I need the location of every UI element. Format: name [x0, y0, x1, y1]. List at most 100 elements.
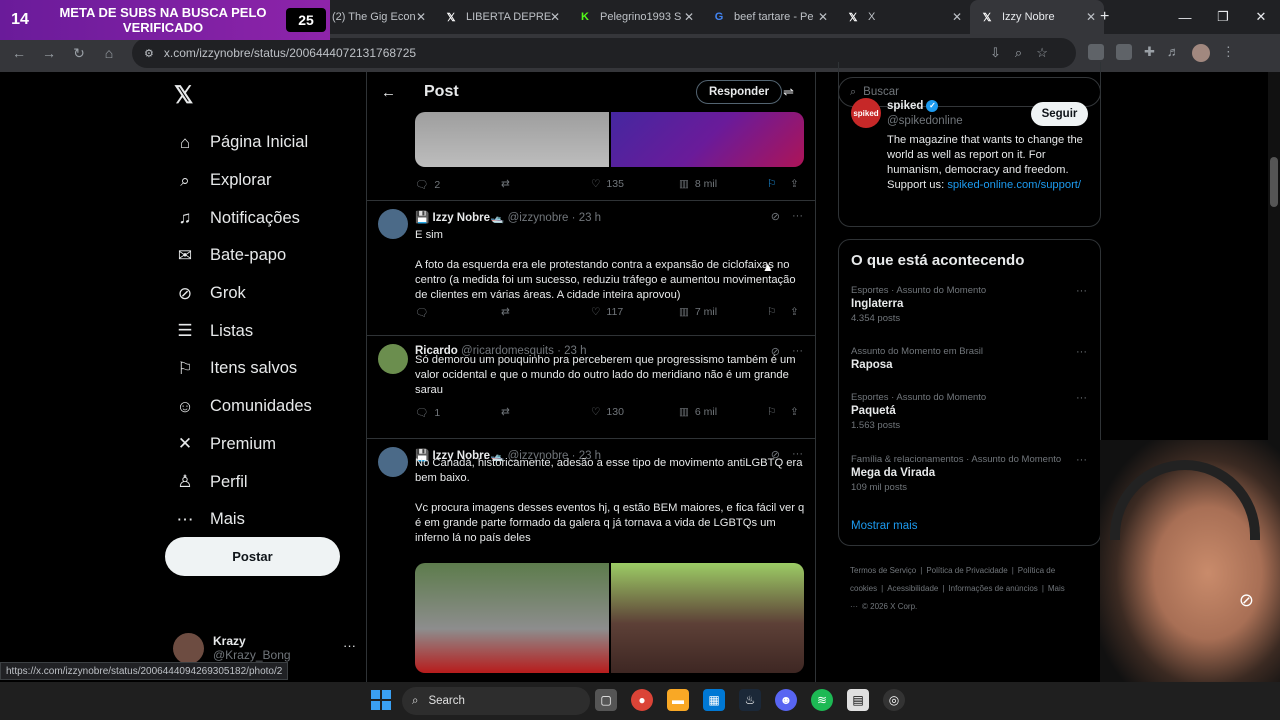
- trend-item[interactable]: Esportes · Assunto do Momento Inglaterra 4…: [851, 285, 1091, 324]
- app-icon[interactable]: ◎: [883, 689, 905, 711]
- minimize-button[interactable]: —: [1166, 0, 1204, 34]
- bookmark-icon[interactable]: ⚐: [767, 306, 776, 318]
- browser-tab[interactable]: K Pelegrino1993 S ✕: [568, 0, 702, 34]
- reload-icon[interactable]: ↻: [64, 45, 94, 62]
- like-icon[interactable]: ♡ 135: [591, 178, 624, 190]
- nav-item-bate-papo[interactable]: ✉ Bate-papo: [165, 237, 365, 275]
- like-icon[interactable]: ♡ 130: [591, 406, 624, 418]
- post-images[interactable]: [415, 563, 804, 673]
- back-arrow-icon[interactable]: ←: [381, 84, 396, 101]
- more-icon[interactable]: ···: [1076, 392, 1087, 404]
- steam-icon[interactable]: ♨: [739, 689, 761, 711]
- bookmark-icon[interactable]: ⚐: [767, 178, 776, 190]
- media-icon[interactable]: ♬: [1167, 44, 1180, 62]
- home-icon[interactable]: ⌂: [94, 45, 124, 61]
- nav-item-p-gina-inicial[interactable]: ⌂ Página Inicial: [165, 124, 365, 162]
- share-icon[interactable]: ⇪: [790, 406, 799, 418]
- nav-item-comunidades[interactable]: ☺ Comunidades: [165, 388, 365, 426]
- follow-button[interactable]: Seguir: [1031, 102, 1088, 126]
- close-tab-icon[interactable]: ✕: [684, 10, 694, 24]
- post-image[interactable]: [415, 112, 609, 167]
- browser-tab[interactable]: 𝕏 LIBERTA DEPRE ✕: [434, 0, 568, 34]
- close-window-button[interactable]: ✕: [1242, 0, 1280, 34]
- reply-button[interactable]: Responder: [696, 80, 783, 104]
- nav-item-explorar[interactable]: ⌕ Explorar: [165, 162, 365, 200]
- reply-icon[interactable]: 🗨 2: [415, 178, 440, 192]
- puzzle-icon[interactable]: ✚: [1144, 44, 1155, 62]
- footer-link[interactable]: Informações de anúncios: [948, 584, 1037, 593]
- close-tab-icon[interactable]: ✕: [416, 10, 426, 24]
- repost-icon[interactable]: ⇄: [501, 178, 510, 190]
- nav-item-listas[interactable]: ☰ Listas: [165, 312, 365, 350]
- footer-link[interactable]: Termos de Serviço: [850, 566, 916, 575]
- more-icon[interactable]: ···: [1076, 454, 1087, 466]
- tweet[interactable]: 💾 Izzy Nobre🛥️ @izzynobre · 23 h ⊘ ··· E si…: [367, 200, 815, 335]
- avatar[interactable]: [378, 209, 408, 239]
- author-handle[interactable]: @izzynobre: [508, 212, 569, 224]
- reply-icon[interactable]: 🗨: [415, 306, 434, 319]
- trend-item[interactable]: Família & relacionamentos · Assunto do M…: [851, 454, 1091, 493]
- post-image[interactable]: [415, 563, 609, 673]
- repost-icon[interactable]: ⇄: [501, 306, 510, 318]
- app-icon[interactable]: ▤: [847, 689, 869, 711]
- new-tab-button[interactable]: +: [1100, 8, 1109, 26]
- zoom-icon[interactable]: ⌕: [1015, 45, 1022, 61]
- post-images[interactable]: [415, 112, 804, 167]
- taskbar-search[interactable]: ⌕ Search: [402, 687, 590, 715]
- grok-icon[interactable]: ⊘: [771, 210, 780, 223]
- close-tab-icon[interactable]: ✕: [550, 10, 560, 24]
- star-icon[interactable]: ☆: [1036, 45, 1048, 61]
- trend-item[interactable]: Assunto do Momento em Brasil Raposa ···: [851, 346, 1091, 371]
- bookmark-icon[interactable]: ⚐: [767, 406, 776, 418]
- filter-icon[interactable]: ⇌: [783, 84, 794, 100]
- menu-icon[interactable]: ⋮: [1222, 44, 1235, 62]
- task-view-icon[interactable]: ▢: [595, 689, 617, 711]
- windows-start-icon[interactable]: [371, 690, 391, 710]
- reply-icon[interactable]: 🗨 1: [415, 406, 440, 420]
- footer-link[interactable]: © 2026 X Corp.: [862, 602, 917, 611]
- site-info-icon[interactable]: ⚙: [144, 47, 154, 60]
- tweet[interactable]: 💾 Izzy Nobre🛥️ @izzynobre · 23 h ⊘ ··· No C…: [367, 438, 815, 682]
- bio-link[interactable]: spiked-online.com/support/: [947, 179, 1081, 191]
- like-icon[interactable]: ♡ 117: [591, 306, 623, 318]
- maximize-button[interactable]: ❐: [1204, 0, 1242, 34]
- discord-icon[interactable]: ☻: [775, 689, 797, 711]
- x-logo-icon[interactable]: 𝕏: [174, 81, 365, 117]
- post-image[interactable]: [610, 112, 804, 167]
- nav-item-notifica-es[interactable]: ♫ Notificações: [165, 199, 365, 237]
- more-icon[interactable]: ···: [1076, 346, 1087, 358]
- forward-arrow-icon[interactable]: →: [34, 45, 64, 61]
- folder-icon[interactable]: ▬: [667, 689, 689, 711]
- browser-tab[interactable]: 𝕏 Izzy Nobre ✕: [970, 0, 1104, 34]
- nav-item-grok[interactable]: ⊘ Grok: [165, 275, 365, 313]
- views-icon[interactable]: ▥ 7 mil: [679, 306, 717, 318]
- store-icon[interactable]: ▦: [703, 689, 725, 711]
- nav-item-perfil[interactable]: ♙ Perfil: [165, 463, 365, 501]
- avatar[interactable]: spiked: [851, 98, 881, 128]
- extension-icon[interactable]: [1088, 44, 1104, 60]
- nav-item-premium[interactable]: ✕ Premium: [165, 426, 365, 464]
- nav-item-itens-salvos[interactable]: ⚐ Itens salvos: [165, 350, 365, 388]
- scrollbar-thumb[interactable]: [1270, 157, 1278, 207]
- nav-item-mais[interactable]: ⋯ Mais: [165, 501, 365, 539]
- close-tab-icon[interactable]: ✕: [1086, 10, 1096, 24]
- footer-link[interactable]: Política de Privacidade: [926, 566, 1007, 575]
- install-icon[interactable]: ⇩: [990, 45, 1001, 61]
- tweet-time[interactable]: · 23 h: [572, 212, 601, 224]
- chrome-icon[interactable]: ●: [631, 689, 653, 711]
- post-image[interactable]: [610, 563, 804, 673]
- trend-item[interactable]: Esportes · Assunto do Momento Paquetá 1.56…: [851, 392, 1091, 431]
- close-tab-icon[interactable]: ✕: [818, 10, 828, 24]
- post-button[interactable]: Postar: [165, 537, 340, 576]
- share-icon[interactable]: ⇪: [790, 306, 799, 318]
- footer-link[interactable]: Acessibilidade: [887, 584, 938, 593]
- account-name[interactable]: spiked ✓: [887, 100, 939, 112]
- more-icon[interactable]: ···: [792, 210, 803, 223]
- avatar[interactable]: [378, 344, 408, 374]
- repost-icon[interactable]: ⇄: [501, 406, 510, 418]
- more-icon[interactable]: ···: [343, 638, 356, 653]
- more-icon[interactable]: ···: [1076, 285, 1087, 297]
- tweet[interactable]: Ricardo @ricardomesquits · 23 h ⊘ ··· Só de…: [367, 335, 815, 438]
- browser-tab[interactable]: 𝕏 X ✕: [836, 0, 970, 34]
- views-icon[interactable]: ▥ 6 mil: [679, 406, 717, 418]
